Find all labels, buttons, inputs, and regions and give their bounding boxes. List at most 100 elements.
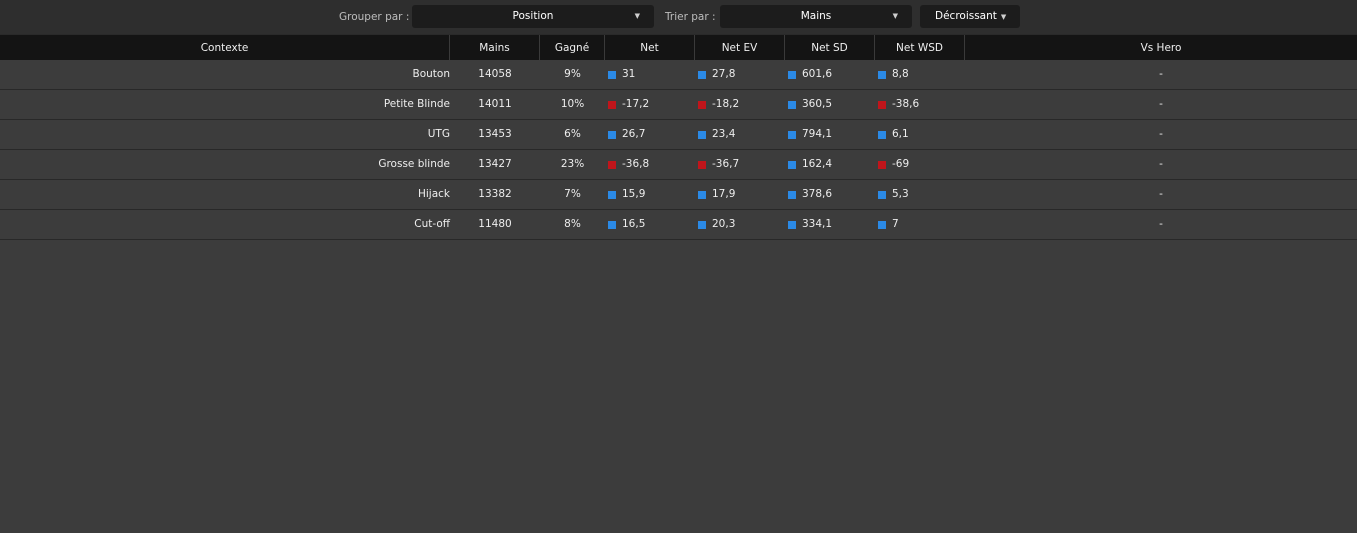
cell-net-wsd-value: -38,6 bbox=[892, 98, 920, 110]
cell-net-ev: 27,8 bbox=[695, 60, 785, 89]
column-header-net[interactable]: Net bbox=[605, 35, 695, 61]
cell-mains: 14011 bbox=[450, 90, 540, 119]
cell-net-sd: 334,1 bbox=[785, 210, 875, 239]
cell-gagne: 9% bbox=[540, 60, 605, 89]
column-header-net-sd[interactable]: Net SD bbox=[785, 35, 875, 61]
chevron-down-icon: ▼ bbox=[1000, 13, 1007, 21]
cell-net-ev-value: -18,2 bbox=[712, 98, 740, 110]
cell-net: -36,8 bbox=[605, 150, 695, 179]
cell-gagne-text: 10% bbox=[560, 98, 585, 110]
cell-net-ev-value: 27,8 bbox=[712, 68, 736, 80]
sort-by-select[interactable]: Mains ▼ bbox=[720, 5, 912, 28]
cell-contexte: Bouton bbox=[0, 60, 450, 89]
table-row[interactable]: UTG 13453 6% 26,7 23,4 794,1 6,1 - bbox=[0, 120, 1357, 150]
cell-contexte: Hijack bbox=[0, 180, 450, 209]
column-header-vs-hero[interactable]: Vs Hero bbox=[965, 35, 1357, 61]
group-by-label: Grouper par : bbox=[339, 11, 410, 23]
cell-net-sd-value: 360,5 bbox=[802, 98, 833, 110]
table-row[interactable]: Hijack 13382 7% 15,9 17,9 378,6 5,3 - bbox=[0, 180, 1357, 210]
cell-net-ev: 17,9 bbox=[695, 180, 785, 209]
indicator-square-icon bbox=[788, 191, 796, 199]
toolbar: Grouper par : Position ▼ Trier par : Mai… bbox=[0, 0, 1357, 34]
column-header-net-ev[interactable]: Net EV bbox=[695, 35, 785, 61]
stats-table: Contexte Mains Gagné Net Net EV Net SD N… bbox=[0, 34, 1357, 240]
cell-vs-hero: - bbox=[965, 90, 1357, 119]
column-header-mains[interactable]: Mains bbox=[450, 35, 540, 61]
table-row[interactable]: Cut-off 11480 8% 16,5 20,3 334,1 7 - bbox=[0, 210, 1357, 240]
cell-gagne-text: 6% bbox=[564, 128, 581, 140]
table-row[interactable]: Bouton 14058 9% 31 27,8 601,6 8,8 - bbox=[0, 60, 1357, 90]
cell-net-wsd: -38,6 bbox=[875, 90, 965, 119]
indicator-square-icon bbox=[698, 71, 706, 79]
cell-mains-text: 13427 bbox=[478, 158, 512, 170]
cell-gagne: 8% bbox=[540, 210, 605, 239]
cell-contexte: Cut-off bbox=[0, 210, 450, 239]
cell-net: 16,5 bbox=[605, 210, 695, 239]
cell-contexte: UTG bbox=[0, 120, 450, 149]
cell-contexte-text: Hijack bbox=[417, 188, 450, 200]
cell-vs-hero: - bbox=[965, 120, 1357, 149]
cell-net-sd: 601,6 bbox=[785, 60, 875, 89]
sort-order-label: Décroissant bbox=[935, 10, 997, 22]
cell-mains-text: 11480 bbox=[478, 218, 512, 230]
indicator-square-icon bbox=[788, 161, 796, 169]
cell-net-sd-value: 794,1 bbox=[802, 128, 833, 140]
cell-contexte-text: Bouton bbox=[412, 68, 450, 80]
column-header-net-wsd[interactable]: Net WSD bbox=[875, 35, 965, 61]
table-row[interactable]: Grosse blinde 13427 23% -36,8 -36,7 162,4 -69 - bbox=[0, 150, 1357, 180]
cell-gagne-text: 8% bbox=[564, 218, 581, 230]
cell-vs-hero-text: - bbox=[1159, 218, 1163, 230]
cell-net-ev-value: 17,9 bbox=[712, 188, 736, 200]
cell-mains-text: 14011 bbox=[478, 98, 512, 110]
cell-contexte: Grosse blinde bbox=[0, 150, 450, 179]
cell-net-sd-value: 601,6 bbox=[802, 68, 833, 80]
indicator-square-icon bbox=[878, 71, 886, 79]
indicator-square-icon bbox=[608, 161, 616, 169]
cell-net-wsd-value: 8,8 bbox=[892, 68, 909, 80]
group-by-select[interactable]: Position ▼ bbox=[412, 5, 654, 28]
table-header: Contexte Mains Gagné Net Net EV Net SD N… bbox=[0, 34, 1357, 61]
indicator-square-icon bbox=[608, 191, 616, 199]
group-by-value: Position bbox=[512, 10, 554, 22]
cell-net-sd-value: 378,6 bbox=[802, 188, 833, 200]
cell-gagne-text: 9% bbox=[564, 68, 581, 80]
table-body: Bouton 14058 9% 31 27,8 601,6 8,8- Petite Blind… bbox=[0, 60, 1357, 240]
cell-net-ev-value: 23,4 bbox=[712, 128, 736, 140]
table-row[interactable]: Petite Blinde 14011 10% -17,2 -18,2 360,5 -38,… bbox=[0, 90, 1357, 120]
column-header-contexte[interactable]: Contexte bbox=[0, 35, 450, 61]
cell-net-sd-value: 162,4 bbox=[802, 158, 833, 170]
cell-net-ev: 20,3 bbox=[695, 210, 785, 239]
cell-gagne: 7% bbox=[540, 180, 605, 209]
cell-gagne: 10% bbox=[540, 90, 605, 119]
sort-order-button[interactable]: Décroissant ▼ bbox=[920, 5, 1020, 28]
cell-net-sd: 360,5 bbox=[785, 90, 875, 119]
cell-net-wsd: -69 bbox=[875, 150, 965, 179]
indicator-square-icon bbox=[698, 161, 706, 169]
indicator-square-icon bbox=[608, 221, 616, 229]
indicator-square-icon bbox=[698, 101, 706, 109]
cell-net-sd: 794,1 bbox=[785, 120, 875, 149]
cell-gagne-text: 23% bbox=[560, 158, 585, 170]
indicator-square-icon bbox=[788, 101, 796, 109]
cell-net-value: 16,5 bbox=[622, 218, 646, 230]
cell-net-wsd-value: 6,1 bbox=[892, 128, 909, 140]
cell-net-value: 26,7 bbox=[622, 128, 646, 140]
cell-mains-text: 13382 bbox=[478, 188, 512, 200]
cell-net-value: 31 bbox=[622, 68, 636, 80]
cell-mains: 13382 bbox=[450, 180, 540, 209]
cell-contexte-text: UTG bbox=[427, 128, 450, 140]
indicator-square-icon bbox=[698, 131, 706, 139]
cell-net: 26,7 bbox=[605, 120, 695, 149]
cell-net-wsd: 5,3 bbox=[875, 180, 965, 209]
column-header-gagne[interactable]: Gagné bbox=[540, 35, 605, 61]
cell-net-sd: 162,4 bbox=[785, 150, 875, 179]
cell-vs-hero-text: - bbox=[1159, 68, 1163, 80]
cell-net-wsd-value: 7 bbox=[892, 218, 899, 230]
indicator-square-icon bbox=[878, 161, 886, 169]
cell-vs-hero-text: - bbox=[1159, 158, 1163, 170]
indicator-square-icon bbox=[608, 71, 616, 79]
cell-net-ev-value: 20,3 bbox=[712, 218, 736, 230]
cell-vs-hero: - bbox=[965, 60, 1357, 89]
cell-vs-hero: - bbox=[965, 180, 1357, 209]
cell-net-ev: -18,2 bbox=[695, 90, 785, 119]
